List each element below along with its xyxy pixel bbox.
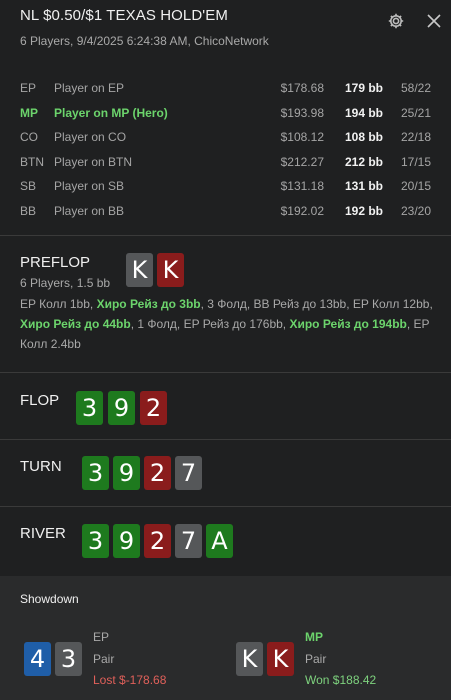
- player-stats: 25/21: [400, 106, 431, 120]
- close-icon[interactable]: [425, 12, 443, 30]
- hero-action: Хиро Рейз до 3bb: [96, 297, 201, 311]
- player-row: SB Player on SB $131.18 131 bb 20/15: [0, 174, 451, 198]
- player-stats: 17/15: [400, 155, 431, 169]
- playing-card: 9: [113, 524, 140, 558]
- player-stack: $178.68: [280, 81, 324, 95]
- player-row: MP Player on MP (Hero) $193.98 194 bb 25/21: [0, 101, 451, 125]
- playing-card: K: [126, 253, 153, 287]
- player-stats: 23/20: [400, 204, 431, 218]
- flop-section: FLOP 392: [0, 373, 451, 440]
- playing-card: 4: [24, 642, 51, 676]
- hand-header: NL $0.50/$1 TEXAS HOLD'EM 6 Players, 9/4…: [0, 0, 451, 64]
- player-row: BB Player on BB $192.02 192 bb 23/20: [0, 199, 451, 223]
- player-stack-bb: 108 bb: [344, 130, 383, 144]
- showdown-section: Showdown 4 3 EP Pair Lost $-178.68 K K MP Pair Wo…: [0, 576, 451, 700]
- player-stats: 58/22: [400, 81, 431, 95]
- showdown-position: MP: [305, 630, 323, 644]
- showdown-result: Lost $-178.68: [93, 673, 167, 687]
- river-section: RIVER 3927A: [0, 507, 451, 576]
- player-name: Player on CO: [54, 130, 127, 144]
- player-stack: $131.18: [280, 179, 324, 193]
- player-position: MP: [20, 106, 38, 120]
- playing-card: K: [267, 642, 294, 676]
- playing-card: A: [206, 524, 233, 558]
- showdown-hand-rank: Pair: [93, 652, 115, 666]
- player-row: EP Player on EP $178.68 179 bb 58/22: [0, 76, 451, 100]
- showdown-hand-rank: Pair: [305, 652, 327, 666]
- preflop-info: 6 Players, 1.5 bb: [20, 276, 111, 290]
- player-name: Player on BB: [54, 204, 125, 218]
- player-stack: $192.02: [280, 204, 324, 218]
- hero-action: Хиро Рейз до 44bb: [20, 317, 131, 331]
- player-stack: $108.12: [280, 130, 324, 144]
- player-name: Player on EP: [54, 81, 125, 95]
- action-text: , 3 Фолд, BB Рейз до 13bb, EP Колл 12bb,: [200, 297, 433, 311]
- turn-section: TURN 3927: [0, 440, 451, 507]
- playing-card: 9: [113, 456, 140, 490]
- playing-card: 2: [144, 456, 171, 490]
- street-label: PREFLOP: [20, 254, 91, 271]
- action-text: EP Колл 1bb,: [20, 297, 97, 311]
- game-subtitle: 6 Players, 9/4/2025 6:24:38 AM, ChicoNet…: [20, 34, 269, 48]
- player-name: Player on BTN: [54, 155, 133, 169]
- player-stack-bb: 192 bb: [344, 204, 383, 218]
- playing-card: 3: [82, 524, 109, 558]
- player-stack-bb: 194 bb: [344, 106, 383, 120]
- player-row: CO Player on CO $108.12 108 bb 22/18: [0, 125, 451, 149]
- playing-card: K: [157, 253, 184, 287]
- player-stack: $193.98: [280, 106, 324, 120]
- player-name: Player on MP (Hero): [54, 106, 168, 120]
- playing-card: 2: [140, 391, 167, 425]
- street-label: RIVER: [20, 525, 66, 542]
- player-position: SB: [20, 179, 37, 193]
- preflop-actions: EP Колл 1bb, Хиро Рейз до 3bb, 3 Фолд, B…: [20, 294, 435, 354]
- playing-card: 7: [175, 456, 202, 490]
- player-stack-bb: 131 bb: [344, 179, 383, 193]
- player-stack-bb: 179 bb: [344, 81, 383, 95]
- street-label: TURN: [20, 458, 62, 475]
- gear-icon[interactable]: [387, 12, 405, 30]
- player-stack-bb: 212 bb: [344, 155, 383, 169]
- player-position: CO: [20, 130, 38, 144]
- player-stats: 20/15: [400, 179, 431, 193]
- action-text: , 1 Фолд, EP Рейз до 176bb,: [130, 317, 290, 331]
- playing-card: 7: [175, 524, 202, 558]
- player-stats: 22/18: [400, 130, 431, 144]
- showdown-title: Showdown: [20, 592, 79, 606]
- hero-action: Хиро Рейз до 194bb: [289, 317, 407, 331]
- player-stack: $212.27: [280, 155, 324, 169]
- player-position: EP: [20, 81, 37, 95]
- preflop-section: PREFLOP 6 Players, 1.5 bb KK EP Колл 1bb…: [0, 236, 451, 373]
- player-row: BTN Player on BTN $212.27 212 bb 17/15: [0, 150, 451, 174]
- street-label: FLOP: [20, 392, 60, 409]
- player-name: Player on SB: [54, 179, 125, 193]
- playing-card: 9: [108, 391, 135, 425]
- showdown-result: Won $188.42: [305, 673, 377, 687]
- playing-card: 3: [82, 456, 109, 490]
- showdown-position: EP: [93, 630, 110, 644]
- game-title: NL $0.50/$1 TEXAS HOLD'EM: [20, 7, 228, 24]
- player-position: BTN: [20, 155, 44, 169]
- playing-card: 3: [55, 642, 82, 676]
- playing-card: K: [236, 642, 263, 676]
- playing-card: 3: [76, 391, 103, 425]
- player-position: BB: [20, 204, 37, 218]
- playing-card: 2: [144, 524, 171, 558]
- players-list: EP Player on EP $178.68 179 bb 58/22 MP Player…: [0, 64, 451, 236]
